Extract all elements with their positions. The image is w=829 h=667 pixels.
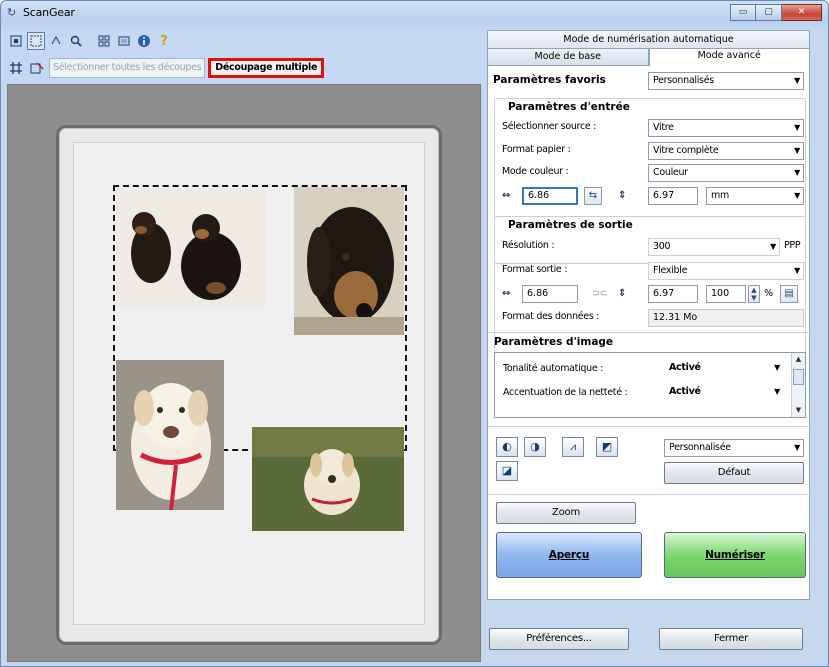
info-icon[interactable]: [135, 32, 153, 50]
resolution-select[interactable]: 300 ▼: [648, 238, 780, 256]
favorites-label: Paramètres favoris: [493, 74, 606, 86]
auto-crop-icon[interactable]: [7, 59, 25, 77]
scan-button[interactable]: Numériser: [664, 532, 806, 578]
settings-panel: Mode de numérisation automatique Mode de…: [487, 30, 822, 660]
window-title: ScanGear: [23, 6, 75, 19]
tone-preset-select[interactable]: Personnalisée ▼: [664, 439, 804, 457]
scale-field[interactable]: 100: [706, 285, 746, 303]
tab-advanced-mode[interactable]: Mode avancé: [648, 48, 810, 67]
width-icon: ⇔: [502, 190, 511, 201]
crop-toolbar: Sélectionner toutes les découpes Découpa…: [7, 56, 325, 80]
maximize-button[interactable]: ▢: [756, 4, 782, 21]
resolution-unit: PPP: [784, 240, 801, 251]
output-settings-header: Paramètres de sortie: [506, 219, 635, 231]
color-mode-select[interactable]: Couleur ▼: [648, 164, 804, 182]
auto-tone-select[interactable]: Activé ▼: [665, 360, 783, 378]
scale-unit: %: [764, 288, 773, 299]
chevron-down-icon: ▼: [770, 242, 776, 251]
close-window-button[interactable]: ✕: [782, 4, 822, 21]
zoom-button[interactable]: Zoom: [496, 502, 636, 524]
final-review-icon[interactable]: ◩: [596, 437, 618, 457]
minimize-button[interactable]: ▭: [730, 4, 756, 21]
tone-curve-icon[interactable]: ⩘: [562, 437, 584, 457]
data-size-label: Format des données :: [502, 311, 600, 322]
select-all-crops-button[interactable]: Sélectionner toutes les découpes: [49, 58, 206, 78]
resolution-label: Résolution :: [502, 240, 555, 251]
chevron-down-icon: ▼: [794, 443, 800, 452]
paper-size-label: Format papier :: [502, 144, 571, 155]
width-icon: ⇔: [502, 288, 511, 299]
input-width-field[interactable]: 6.86: [522, 187, 578, 205]
advanced-mode-panel: Paramètres favoris Personnalisés ▼ Paramè…: [487, 66, 811, 600]
height-icon: ⇕: [618, 190, 627, 201]
paper-size-select[interactable]: Vitre complète ▼: [648, 142, 804, 160]
photo-two-dogs: [116, 188, 266, 308]
image-settings-scrollbar[interactable]: ▲ ▼: [791, 353, 805, 417]
output-height-field[interactable]: 6.97: [648, 285, 698, 303]
multi-crop-button[interactable]: Découpage multiple: [208, 58, 325, 78]
thumbnail-icon[interactable]: [95, 32, 113, 50]
height-icon: ⇕: [618, 288, 627, 299]
scangear-window: ↻ ScanGear ▭ ▢ ✕ ? Sélectionner toutes l…: [0, 0, 829, 667]
scale-stepper[interactable]: ▲ ▼: [748, 285, 760, 303]
title-bar: ↻ ScanGear ▭ ▢ ✕: [1, 1, 828, 25]
preferences-button[interactable]: Préférences...: [489, 628, 629, 650]
chevron-down-icon: ▼: [794, 266, 800, 275]
threshold-icon[interactable]: ◪: [496, 461, 518, 481]
preview-toolbar: ?: [7, 30, 173, 52]
output-width-field[interactable]: 6.86: [522, 285, 578, 303]
chevron-down-icon: ▼: [794, 76, 800, 85]
remove-crop-icon[interactable]: [28, 59, 46, 77]
input-settings-header: Paramètres d'entrée: [506, 101, 632, 113]
scangear-logo-icon: ↻: [7, 6, 17, 19]
output-size-label: Format sortie :: [502, 264, 568, 275]
scanned-page: [73, 142, 425, 625]
chevron-down-icon: ▼: [794, 168, 800, 177]
crop-icon[interactable]: [27, 32, 45, 50]
tab-auto-scan[interactable]: Mode de numérisation automatique: [487, 30, 810, 48]
photo-labrador: [116, 360, 224, 510]
histogram-icon[interactable]: ◑: [524, 437, 546, 457]
auto-tone-label: Tonalité automatique :: [503, 363, 604, 374]
source-select[interactable]: Vitre ▼: [648, 119, 804, 137]
photo-dachshund: [294, 187, 404, 335]
preview-area[interactable]: [7, 84, 481, 662]
input-height-field[interactable]: 6.97: [648, 187, 698, 205]
chevron-down-icon: ▼: [794, 123, 800, 132]
aspect-lock-icon[interactable]: ⇆: [584, 187, 602, 205]
image-settings-list[interactable]: Tonalité automatique : Activé ▼ Accentuat…: [494, 352, 806, 418]
photo-dog-on-grass: [252, 427, 404, 531]
scroll-up-icon: ▲: [795, 355, 802, 363]
default-button[interactable]: Défaut: [664, 462, 804, 484]
link-icon: ⊃⊂: [592, 288, 608, 299]
output-size-select[interactable]: Flexible ▼: [648, 262, 804, 280]
zoom-icon[interactable]: [67, 32, 85, 50]
brightness-contrast-icon[interactable]: ◐: [496, 437, 518, 457]
chevron-down-icon: ▼: [794, 146, 800, 155]
sharpen-label: Accentuation de la netteté :: [503, 387, 628, 398]
data-size-value: 12.31 Mo: [648, 309, 804, 327]
color-mode-label: Mode couleur :: [502, 166, 569, 177]
scroll-down-icon: ▼: [795, 406, 802, 414]
image-settings-header: Paramètres d'image: [494, 336, 614, 348]
chevron-down-icon: ▼: [794, 191, 800, 200]
preview-button[interactable]: Aperçu: [496, 532, 642, 578]
whole-image-icon[interactable]: [115, 32, 133, 50]
sharpen-select[interactable]: Activé ▼: [665, 384, 783, 402]
favorites-select[interactable]: Personnalisés ▼: [648, 72, 804, 90]
source-label: Sélectionner source :: [502, 121, 597, 132]
help-icon[interactable]: ?: [155, 32, 173, 50]
close-button[interactable]: Fermer: [659, 628, 803, 650]
scanner-platen: [56, 125, 442, 645]
rotate-icon[interactable]: [47, 32, 65, 50]
output-size-settings-icon[interactable]: ▤: [780, 285, 798, 303]
unit-select[interactable]: mm ▼: [706, 187, 804, 205]
tab-basic-mode[interactable]: Mode de base: [487, 48, 649, 66]
frame-icon[interactable]: [7, 32, 25, 50]
